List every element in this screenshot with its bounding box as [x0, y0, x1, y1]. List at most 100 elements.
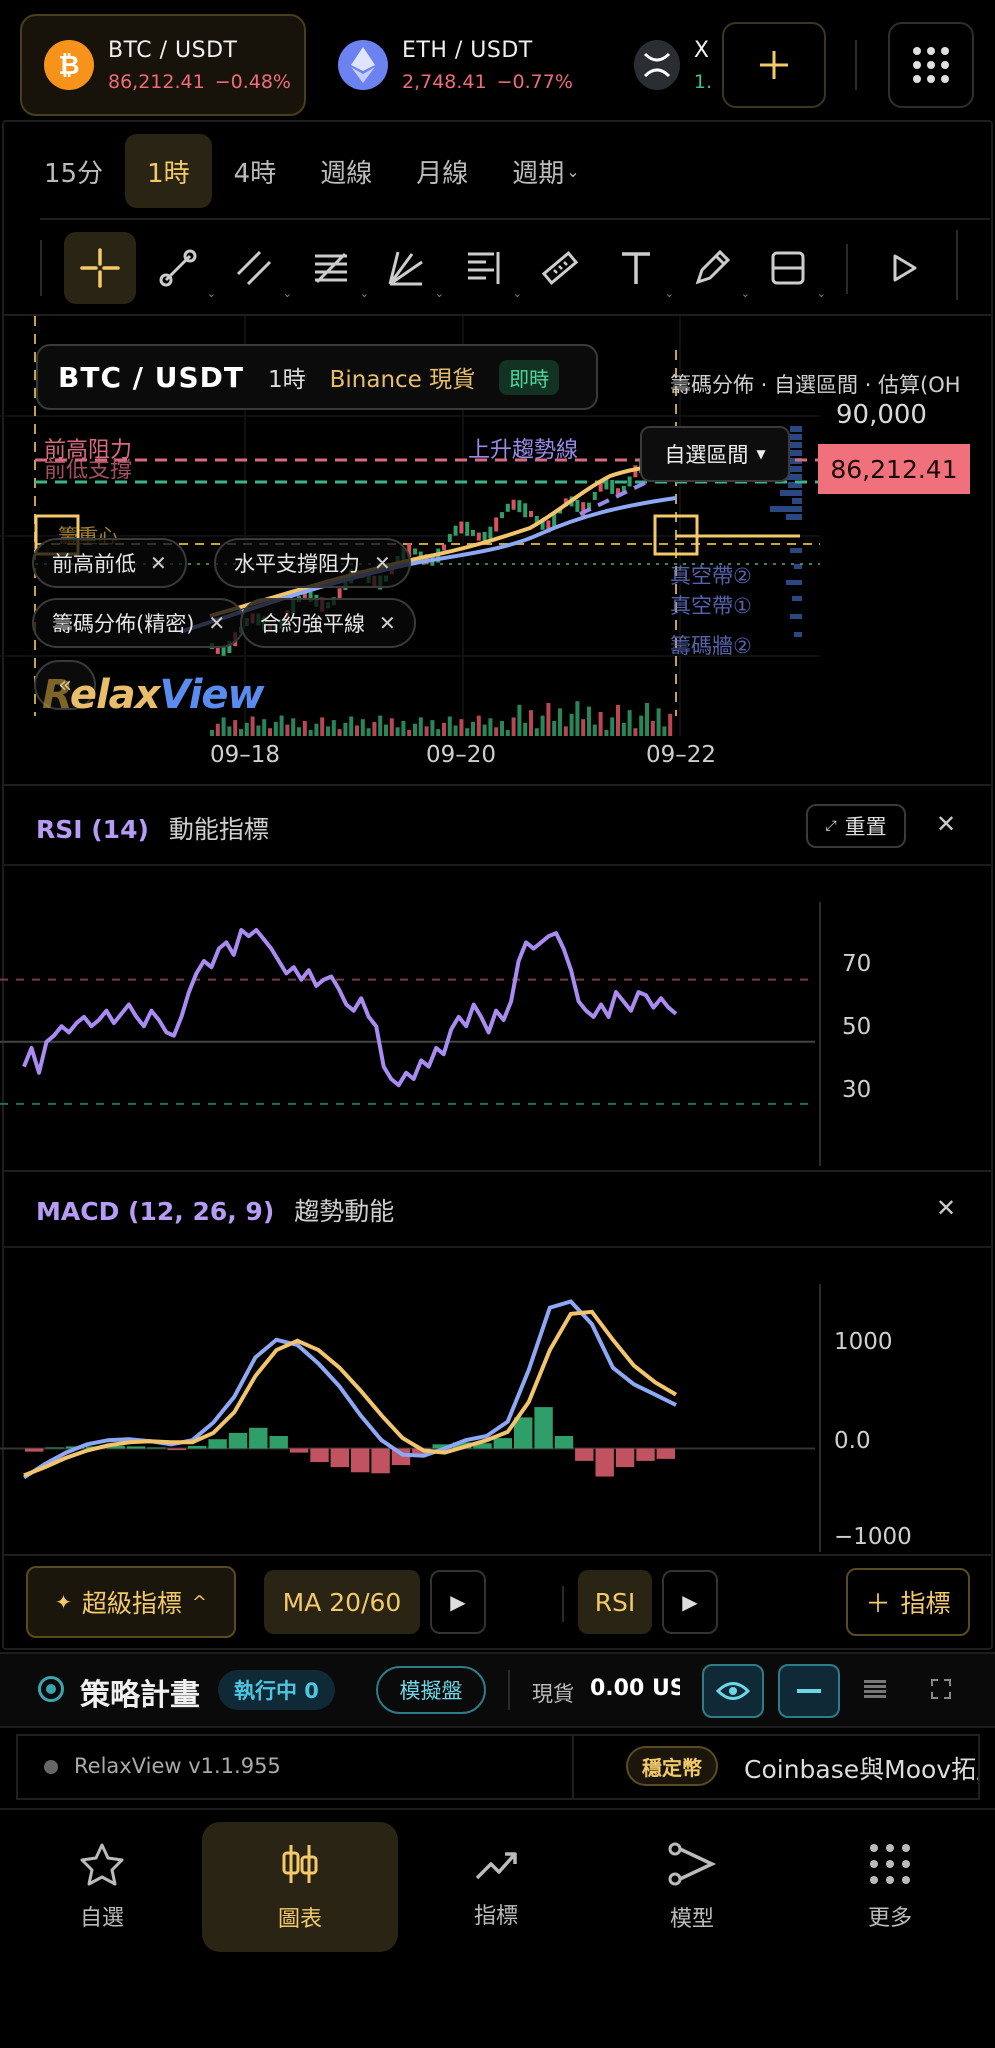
label-void2: 真空帶②	[670, 564, 752, 588]
range-select-button[interactable]: 自選區間 ▼	[640, 426, 790, 482]
nav-chart[interactable]: 圖表	[202, 1822, 398, 1952]
volume-bar	[465, 728, 470, 736]
ma-play-button[interactable]: ▶	[430, 1570, 486, 1634]
label-trendline: 上升趨勢線	[468, 438, 579, 463]
minimize-toggle[interactable]	[778, 1664, 840, 1718]
histogram-bar	[126, 1446, 146, 1449]
ethereum-icon	[338, 40, 388, 90]
histogram-bar	[615, 1448, 635, 1468]
candle	[523, 503, 528, 518]
x-axis-date: 09–20	[426, 742, 497, 768]
volume-bar	[668, 713, 673, 736]
plus-icon	[760, 51, 788, 79]
tf-1h[interactable]: 1時	[125, 134, 212, 208]
volume-bar	[262, 719, 267, 736]
volume-bar	[476, 715, 481, 736]
nav-indicators[interactable]: 指標	[398, 1822, 594, 1952]
tf-period-dropdown[interactable]: 週期 ⌄	[490, 134, 601, 208]
tool-parallel[interactable]: ⌄	[218, 232, 292, 304]
x-axis-date: 09–22	[646, 742, 717, 768]
macd-chart[interactable]	[0, 1248, 995, 1552]
volume-bar	[627, 710, 632, 736]
volume-bar	[285, 724, 290, 736]
histogram-bar	[554, 1436, 574, 1449]
close-icon[interactable]: ✕	[374, 551, 391, 575]
histogram-bar	[228, 1432, 248, 1449]
tool-play[interactable]	[868, 232, 940, 304]
tool-pencil[interactable]: ⌄	[676, 232, 750, 304]
simulation-button[interactable]: 模擬盤	[376, 1666, 486, 1714]
volume-bar	[401, 721, 406, 736]
rsi-button[interactable]: RSI	[578, 1570, 652, 1634]
volume-bar	[221, 717, 226, 736]
pair-tab-eth[interactable]: ETH / USDT 2,748.41 −0.77%	[316, 14, 606, 116]
menu-grid-button[interactable]	[888, 22, 974, 108]
nav-model[interactable]: 模型	[594, 1822, 790, 1952]
tf-weekly[interactable]: 週線	[298, 134, 394, 208]
volume-bar	[366, 728, 371, 736]
rsi-play-button[interactable]: ▶	[662, 1570, 718, 1634]
tools-divider	[846, 244, 848, 294]
chip-prev-high-low[interactable]: 前高前低 ✕	[32, 538, 187, 588]
tf-monthly[interactable]: 月線	[394, 134, 490, 208]
close-icon: ✕	[936, 1194, 957, 1222]
close-icon[interactable]: ✕	[208, 611, 225, 635]
nav-more[interactable]: 更多	[792, 1822, 988, 1952]
volume-bar	[540, 715, 545, 736]
volume-bar	[447, 716, 452, 736]
visibility-toggle[interactable]	[702, 1664, 764, 1718]
rsi-reset-button[interactable]: ⤢ 重置	[806, 804, 906, 848]
pair-change: −0.77%	[496, 70, 573, 93]
volume-bar	[436, 729, 441, 736]
volume-bar	[639, 715, 644, 736]
tool-line[interactable]: ⌄	[142, 232, 216, 304]
news-headline-wrap[interactable]: Coinbase與Moov拓展	[744, 1750, 978, 1786]
tool-crosshair[interactable]	[64, 232, 136, 304]
close-icon[interactable]: ✕	[379, 611, 396, 635]
macd-close-button[interactable]: ✕	[936, 1194, 956, 1222]
volume-bar	[337, 729, 342, 736]
volume-bar	[616, 704, 620, 736]
tool-fan[interactable]: ⌄	[370, 232, 444, 304]
tool-fib[interactable]: ⌄	[295, 232, 369, 304]
volume-bar	[633, 728, 638, 736]
bitcoin-icon: ₿	[44, 40, 94, 90]
rsi-level-70: 70	[842, 951, 872, 977]
pair-tab-xrp[interactable]: X 1.	[612, 14, 712, 116]
chip-liquidation-line[interactable]: 合約強平線 ✕	[240, 598, 416, 648]
histogram-bar	[310, 1448, 329, 1462]
chip-chip-distribution[interactable]: 籌碼分佈(精密) ✕	[32, 598, 246, 648]
candle	[517, 500, 522, 513]
volume-bar	[302, 721, 307, 736]
rsi-close-button[interactable]: ✕	[936, 810, 956, 838]
spot-label: 現貨	[532, 1682, 574, 1706]
volume-bar	[389, 718, 394, 736]
line-icon	[159, 249, 197, 287]
tool-range[interactable]: ⌄	[752, 232, 826, 304]
chart-interval: 1時	[267, 367, 306, 393]
x-axis-date: 09–18	[210, 742, 281, 768]
add-indicator-button[interactable]: ＋ 指標	[846, 1568, 970, 1636]
volume-bar	[349, 716, 354, 736]
volume-bar	[517, 704, 522, 736]
close-icon[interactable]: ✕	[150, 551, 167, 575]
volume-bar	[581, 719, 586, 736]
list-view-button[interactable]	[862, 1676, 888, 1702]
volume-bar	[331, 720, 336, 736]
tool-text-list[interactable]: ⌄	[448, 232, 522, 304]
chevron-down-icon: ⌄	[566, 161, 580, 181]
live-badge: 即時	[499, 359, 560, 395]
add-pair-button[interactable]	[722, 22, 826, 108]
pair-tab-btc[interactable]: ₿ BTC / USDT 86,212.41 −0.48%	[20, 14, 306, 116]
super-indicator-button[interactable]: ✦ 超級指標 ^	[26, 1566, 236, 1638]
volume-bar	[488, 718, 493, 736]
fullscreen-button[interactable]	[930, 1678, 952, 1704]
volume-bar	[215, 723, 220, 736]
tf-4h[interactable]: 4時	[212, 134, 299, 208]
nav-watchlist[interactable]: 自選	[4, 1822, 200, 1952]
tool-ruler[interactable]	[524, 232, 596, 304]
ma-button[interactable]: MA 20/60	[264, 1570, 420, 1634]
chip-horizontal-sr[interactable]: 水平支撐阻力 ✕	[214, 538, 411, 588]
tf-15m[interactable]: 15分	[22, 134, 125, 208]
tool-text[interactable]: ⌄	[600, 232, 674, 304]
